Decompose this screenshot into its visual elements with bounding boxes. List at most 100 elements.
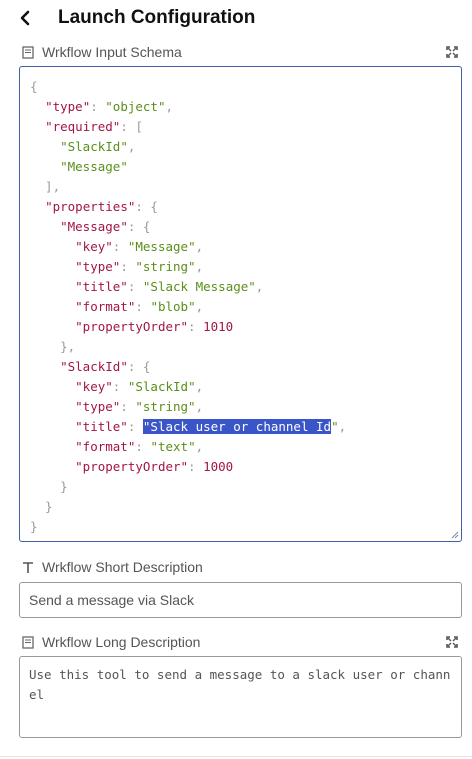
document-icon — [20, 44, 36, 60]
code-token: "required" — [45, 119, 121, 134]
code-line: "type": "string", — [30, 397, 346, 417]
code-token: "format" — [75, 439, 136, 454]
code-token: "object" — [105, 99, 166, 114]
schema-field-label: Wrkflow Input Schema — [42, 44, 182, 60]
code-token: , — [195, 439, 204, 454]
schema-code[interactable]: { "type": "object", "required": [ "Slack… — [30, 77, 346, 537]
expand-schema-icon[interactable] — [444, 44, 460, 60]
code-token: , — [165, 99, 174, 114]
code-token: : { — [127, 219, 151, 234]
code-line: } — [30, 517, 346, 537]
code-token: , — [195, 379, 204, 394]
code-token: "propertyOrder" — [75, 319, 189, 334]
code-token: } — [30, 499, 53, 514]
code-line: "Message" — [30, 157, 346, 177]
code-line: "title": "Slack Message", — [30, 277, 346, 297]
code-line: }, — [30, 337, 346, 357]
code-token: , — [195, 399, 204, 414]
code-line: } — [30, 477, 346, 497]
code-line: "title": "Slack user or channel Id", — [30, 417, 346, 437]
code-token: : — [127, 419, 143, 434]
code-token: , — [127, 139, 136, 154]
code-line: "format": "blob", — [30, 297, 346, 317]
code-token: "key" — [75, 239, 113, 254]
code-token: "Message" — [60, 219, 128, 234]
code-token: , — [255, 279, 264, 294]
code-token: : — [120, 399, 136, 414]
short-description-input[interactable]: Send a message via Slack — [19, 582, 462, 618]
code-token: "string" — [135, 259, 196, 274]
code-line: "type": "object", — [30, 97, 346, 117]
code-token: "SlackId" — [127, 379, 196, 394]
code-token: } — [30, 479, 68, 494]
code-line: "SlackId", — [30, 137, 346, 157]
long-description-label-row: Wrkflow Long Description — [20, 632, 200, 652]
code-line: "key": "Message", — [30, 237, 346, 257]
code-token: "type" — [75, 399, 121, 414]
code-line: "propertyOrder": 1010 — [30, 317, 346, 337]
code-token: "SlackId" — [60, 359, 128, 374]
long-description-label: Wrkflow Long Description — [42, 634, 201, 650]
code-token: : — [112, 239, 128, 254]
code-token: "type" — [45, 99, 91, 114]
code-token: "text" — [150, 439, 196, 454]
resize-handle-icon[interactable] — [451, 531, 459, 539]
code-line: { — [30, 77, 346, 97]
code-line: "required": [ — [30, 117, 346, 137]
code-token: : — [188, 459, 204, 474]
code-line: "properties": { — [30, 197, 346, 217]
header: Launch Configuration — [0, 0, 472, 36]
long-description-textarea[interactable]: Use this tool to send a message to a sla… — [19, 656, 462, 738]
code-line: ], — [30, 177, 346, 197]
code-token: "title" — [75, 419, 128, 434]
code-token: } — [30, 519, 38, 534]
code-line: "SlackId": { — [30, 357, 346, 377]
code-token: , — [195, 259, 204, 274]
divider — [0, 756, 472, 757]
code-token: : — [188, 319, 204, 334]
code-token: : — [112, 379, 128, 394]
code-token: : — [135, 439, 151, 454]
code-token: : { — [127, 359, 151, 374]
code-token: "Message" — [60, 159, 128, 174]
code-token: "string" — [135, 399, 196, 414]
schema-editor[interactable]: { "type": "object", "required": [ "Slack… — [19, 66, 462, 542]
code-token: 1010 — [203, 319, 234, 334]
code-token: "format" — [75, 299, 136, 314]
code-token: , — [338, 419, 347, 434]
code-token: : — [127, 279, 143, 294]
back-button[interactable] — [14, 6, 36, 30]
code-line: "key": "SlackId", — [30, 377, 346, 397]
code-token: 1000 — [203, 459, 234, 474]
code-line: "propertyOrder": 1000 — [30, 457, 346, 477]
short-description-label-row: Wrkflow Short Description — [20, 557, 203, 577]
document-icon — [20, 634, 36, 650]
code-token: "blob" — [150, 299, 196, 314]
page-title: Launch Configuration — [58, 7, 256, 28]
code-token: "propertyOrder" — [75, 459, 189, 474]
code-token: : { — [135, 199, 158, 214]
text-type-icon — [20, 559, 36, 575]
code-token: "SlackId" — [60, 139, 128, 154]
code-token: "Message" — [127, 239, 196, 254]
selected-text: "Slack user or channel Id — [142, 419, 332, 434]
code-line: "Message": { — [30, 217, 346, 237]
expand-long-description-icon[interactable] — [444, 634, 460, 650]
code-token: : — [135, 299, 151, 314]
code-token: "type" — [75, 259, 121, 274]
code-token: , — [195, 299, 204, 314]
code-token: : — [120, 259, 136, 274]
code-token: { — [30, 79, 38, 94]
